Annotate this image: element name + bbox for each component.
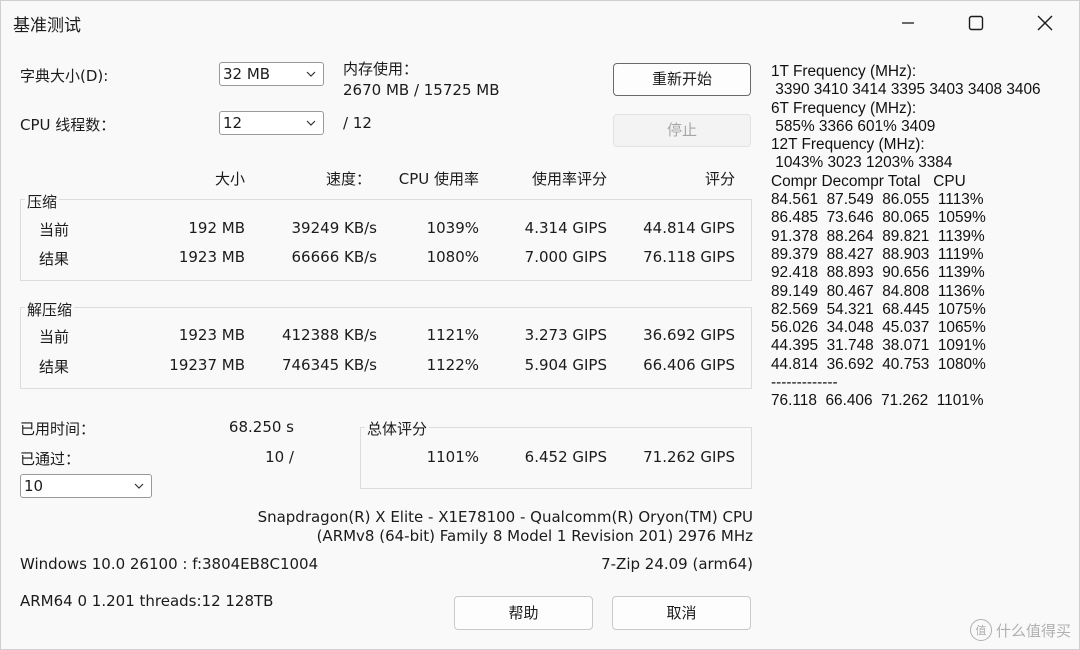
decompress-group — [20, 307, 752, 389]
column-rating-usage: 使用率评分 — [531, 170, 607, 188]
cell-rating: 36.692 GIPS — [643, 326, 735, 344]
row-label: 结果 — [39, 250, 70, 268]
row-label: 当前 — [39, 328, 70, 346]
cell-speed: 66666 KB/s — [291, 248, 377, 266]
maximize-button[interactable] — [946, 1, 1006, 45]
chevron-down-icon — [306, 120, 316, 126]
console-line: 92.418 88.893 90.656 1139% — [771, 264, 985, 282]
column-cpu-usage: CPU 使用率 — [398, 170, 479, 188]
cell-size: 1923 MB — [178, 248, 245, 266]
benchmark-window: 基准测试 字典大小(D): 32 MB 内存使用： 2670 MB / 1572… — [0, 0, 1080, 650]
chevron-down-icon — [134, 483, 144, 489]
dictionary-label: 字典大小(D): — [20, 67, 109, 85]
console-line: 82.569 54.321 68.445 1075% — [771, 300, 986, 318]
cell-rating-usage: 3.273 GIPS — [524, 326, 607, 344]
cell-rating: 66.406 GIPS — [643, 356, 735, 374]
cpu-info-line1: Snapdragon(R) X Elite - X1E78100 - Qualc… — [257, 508, 753, 526]
row-label: 结果 — [39, 358, 70, 376]
console-line: 585% 3366 601% 3409 — [771, 117, 936, 135]
passes-selected: 10 — [24, 477, 44, 495]
console-line: 86.485 73.646 80.065 1059% — [771, 209, 986, 227]
cell-usage: 1122% — [426, 356, 479, 374]
cell-usage: 1039% — [426, 219, 479, 237]
decompress-title: 解压缩 — [25, 299, 75, 320]
memory-value: 2670 MB / 15725 MB — [343, 81, 500, 99]
cell-speed: 746345 KB/s — [281, 356, 377, 374]
watermark-logo-icon: 值 — [969, 619, 992, 641]
console-line: 1043% 3023 1203% 3384 — [771, 154, 953, 172]
maximize-icon — [968, 15, 984, 31]
help-button[interactable]: 帮助 — [454, 596, 593, 630]
cell-size: 192 MB — [188, 219, 245, 237]
console-line: 56.026 34.048 45.037 1065% — [771, 319, 986, 337]
column-rating: 评分 — [704, 170, 735, 188]
console-line: 6T Frequency (MHz): — [771, 99, 917, 117]
cell-rating: 76.118 GIPS — [643, 248, 735, 266]
console-line: 44.395 31.748 38.071 1091% — [771, 337, 986, 355]
cell-rating: 44.814 GIPS — [643, 219, 735, 237]
window-title: 基准测试 — [13, 16, 81, 36]
passes-select[interactable]: 10 — [20, 474, 152, 498]
threads-value: 12 — [223, 114, 243, 132]
elapsed-label: 已用时间： — [20, 420, 96, 438]
passes-label: 已通过： — [20, 450, 81, 468]
console-line: 76.118 66.406 71.262 1101% — [771, 392, 984, 410]
console-line: 44.814 36.692 40.753 1080% — [771, 355, 986, 373]
cell-rating-usage: 5.904 GIPS — [524, 356, 607, 374]
total-rating-usage: 6.452 GIPS — [524, 448, 607, 466]
cancel-button[interactable]: 取消 — [612, 596, 751, 630]
close-icon — [1037, 15, 1053, 31]
watermark: 值 什么值得买 — [969, 619, 1071, 641]
cell-rating-usage: 4.314 GIPS — [524, 219, 607, 237]
os-info: Windows 10.0 26100 : f:3804EB8C1004 — [20, 555, 319, 573]
minimize-icon — [902, 22, 914, 24]
column-speed: 速度： — [325, 170, 371, 188]
close-button[interactable] — [1015, 1, 1075, 45]
row-label: 当前 — [39, 221, 70, 239]
cell-usage: 1080% — [426, 248, 479, 266]
console-line: Compr Decompr Total CPU — [771, 172, 966, 190]
compress-title: 压缩 — [25, 191, 60, 212]
elapsed-value: 68.250 s — [228, 418, 294, 436]
console-line: 89.379 88.427 88.903 1119% — [771, 245, 984, 263]
console-output: 1T Frequency (MHz): 3390 3410 3414 3395 … — [771, 63, 1041, 411]
compress-group — [20, 199, 752, 281]
total-title: 总体评分 — [365, 418, 430, 439]
total-rating: 71.262 GIPS — [643, 448, 735, 466]
arch-info: ARM64 0 1.201 threads:12 128TB — [20, 592, 274, 610]
cell-size: 19237 MB — [169, 356, 245, 374]
minimize-button[interactable] — [878, 1, 938, 45]
stop-button[interactable]: 停止 — [613, 114, 751, 147]
threads-select[interactable]: 12 — [219, 111, 324, 135]
passes-value: 10 / — [265, 448, 294, 466]
chevron-down-icon — [306, 71, 316, 77]
watermark-text: 什么值得买 — [995, 621, 1071, 640]
title-bar: 基准测试 — [1, 1, 1080, 45]
console-line: 89.149 80.467 84.808 1136% — [771, 282, 985, 300]
cpu-info-line2: (ARMv8 (64-bit) Family 8 Model 1 Revisio… — [316, 527, 753, 545]
restart-button[interactable]: 重新开始 — [613, 63, 751, 96]
app-version: 7-Zip 24.09 (arm64) — [601, 555, 753, 573]
console-line: ------------- — [771, 374, 838, 392]
console-line: 1T Frequency (MHz): — [771, 63, 917, 80]
console-line: 84.561 87.549 86.055 1113% — [771, 191, 984, 209]
cell-rating-usage: 7.000 GIPS — [524, 248, 607, 266]
dictionary-select[interactable]: 32 MB — [219, 62, 324, 86]
threads-max: / 12 — [343, 114, 372, 132]
column-size: 大小 — [214, 170, 245, 188]
total-usage: 1101% — [426, 448, 479, 466]
threads-label: CPU 线程数： — [20, 116, 116, 134]
dictionary-value: 32 MB — [223, 65, 271, 83]
console-line: 12T Frequency (MHz): — [771, 136, 925, 154]
memory-label: 内存使用： — [343, 60, 419, 78]
cell-size: 1923 MB — [178, 326, 245, 344]
cell-speed: 412388 KB/s — [281, 326, 377, 344]
cell-speed: 39249 KB/s — [291, 219, 377, 237]
cell-usage: 1121% — [426, 326, 479, 344]
console-line: 3390 3410 3414 3395 3403 3408 3406 — [771, 81, 1041, 99]
console-line: 91.378 88.264 89.821 1139% — [771, 227, 985, 245]
